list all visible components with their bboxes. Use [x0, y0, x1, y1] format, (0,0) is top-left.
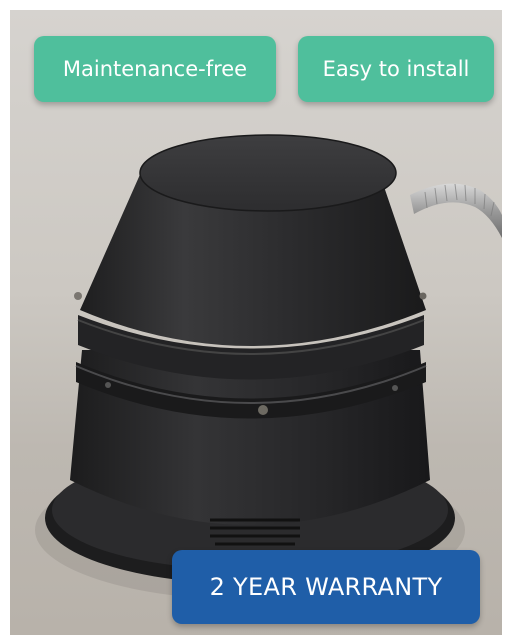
chimney-fan-illustration: [35, 134, 502, 600]
warranty-badge: 2 YEAR WARRANTY: [172, 550, 480, 624]
product-photo: [10, 10, 502, 635]
maintenance-free-badge: Maintenance-free: [34, 36, 276, 102]
easy-to-install-badge: Easy to install: [298, 36, 494, 102]
